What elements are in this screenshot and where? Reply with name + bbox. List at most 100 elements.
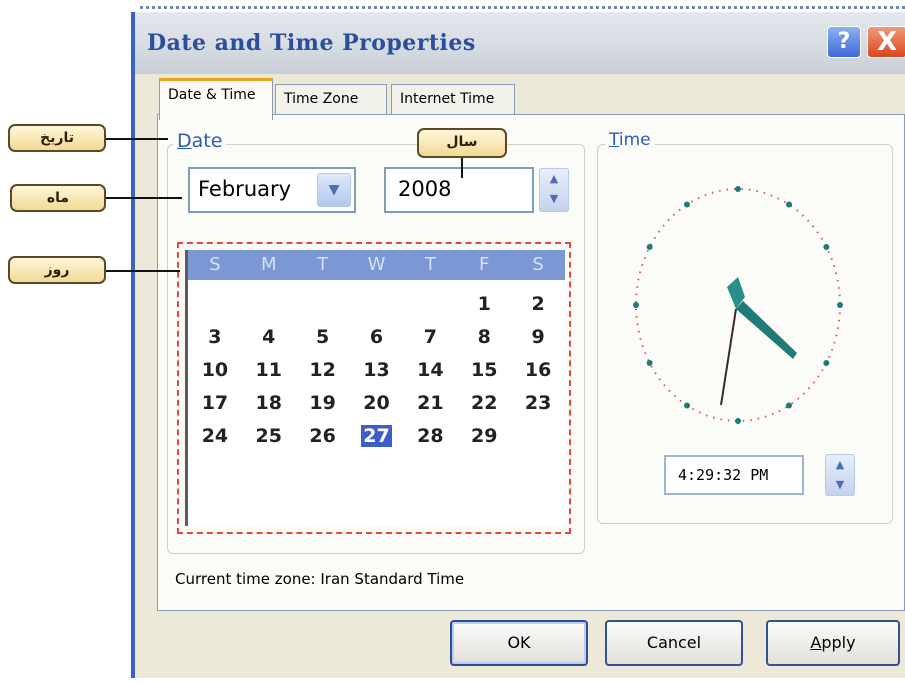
apply-button[interactable]: Apply [766,620,900,666]
date-group-label: Date [173,130,227,152]
time-label-rest: ime [618,130,651,150]
clock-hour-mark [684,402,690,409]
calendar-day[interactable]: 22 [457,387,511,420]
analog-clock [633,186,843,424]
weekday-label: S [209,254,221,275]
page-border-dots [140,6,905,9]
calendar-empty-cell [242,288,296,321]
calendar-day[interactable]: 26 [296,420,350,453]
weekday-label: M [261,254,277,275]
clock-hour-mark [633,302,639,308]
help-button[interactable]: ? [827,26,861,58]
calendar-day[interactable]: 9 [511,321,565,354]
calendar: SMTWTFS 1 2 3 4 5 6 7 8 9 10 11 12 13 14 15 16 17 18 19 20 2… [185,250,565,526]
callout-month-leader [106,197,182,199]
calendar-empty-cell [188,288,242,321]
calendar-day[interactable]: 28 [403,420,457,453]
apply-label-rest: pply [821,633,856,652]
calendar-day[interactable]: 12 [296,354,350,387]
clock-minute-hand [736,301,797,359]
calendar-day[interactable]: 14 [403,354,457,387]
calendar-day[interactable]: 10 [188,354,242,387]
callout-date: تاریخ [8,124,106,152]
calendar-day[interactable]: 4 [242,321,296,354]
calendar-day[interactable]: 21 [403,387,457,420]
calendar-day[interactable]: 18 [242,387,296,420]
weekday-label: T [317,254,329,275]
selected-day-label: 27 [361,425,392,447]
weekday-label: T [424,254,436,275]
month-value: February [198,177,292,201]
calendar-day[interactable]: 8 [457,321,511,354]
month-dropdown[interactable]: February ▼ [188,167,356,213]
callout-year-leader [461,158,463,178]
chevron-down-icon[interactable]: ▼ [317,173,351,207]
calendar-day[interactable]: 3 [188,321,242,354]
time-spinner[interactable]: ▲ ▼ [825,454,855,496]
date-label-rest: ate [191,130,223,152]
calendar-empty-cell [511,420,565,453]
calendar-day[interactable]: 6 [350,321,404,354]
clock-hour-mark [735,418,741,424]
year-input[interactable]: 2008 [384,167,534,213]
year-spinner[interactable]: ▲ ▼ [539,168,569,212]
tab-time-zone[interactable]: Time Zone [275,84,387,115]
calendar-day[interactable]: 15 [457,354,511,387]
tab-date-time[interactable]: Date & Time [159,78,273,120]
weekday-label: F [479,254,490,275]
calendar-empty-cell [403,288,457,321]
apply-accesskey: A [810,633,822,652]
calendar-day[interactable]: 13 [350,354,404,387]
calendar-day[interactable]: 5 [296,321,350,354]
calendar-day[interactable]: 11 [242,354,296,387]
calendar-day[interactable]: 23 [511,387,565,420]
tab-label: Internet Time [400,91,495,107]
title-bar[interactable]: Date and Time Properties ? X [135,12,905,74]
calendar-weekday-header: SMTWTFS [188,250,565,280]
date-time-properties-window: Date and Time Properties ? X Date & Time… [131,12,905,678]
spin-down-icon[interactable]: ▼ [826,475,854,495]
calendar-day[interactable]: 17 [188,387,242,420]
callout-date-leader [106,138,168,140]
calendar-day[interactable]: 25 [242,420,296,453]
clock-hour-mark [735,186,741,192]
window-title: Date and Time Properties [147,30,476,56]
calendar-day[interactable]: 20 [350,387,404,420]
spin-down-icon[interactable]: ▼ [540,189,568,209]
clock-hour-mark [837,302,843,308]
spin-up-icon[interactable]: ▲ [826,455,854,475]
clock-hour-mark [786,201,792,208]
calendar-empty-cell [350,288,404,321]
calendar-day[interactable]: 19 [296,387,350,420]
clock-hour-mark [823,244,830,250]
tab-label: Time Zone [284,91,359,107]
time-label-accesskey: T [609,130,619,150]
date-label-accesskey: D [177,130,192,152]
spin-up-icon[interactable]: ▲ [540,169,568,189]
close-button[interactable]: X [867,26,905,58]
calendar-day[interactable]: 1 [457,288,511,321]
callout-month: ماه [10,184,106,212]
calendar-day[interactable]: 7 [403,321,457,354]
clock-hour-mark [684,201,690,208]
clock-hour-mark [786,402,792,409]
calendar-day[interactable]: 2 [511,288,565,321]
clock-hour-mark [823,360,830,366]
calendar-day[interactable]: 29 [457,420,511,453]
weekday-label: S [532,254,544,275]
calendar-day-selected[interactable]: 27 [350,420,404,453]
calendar-day[interactable]: 24 [188,420,242,453]
cancel-button[interactable]: Cancel [605,620,743,666]
time-input[interactable]: 4:29:32 PM [664,455,804,495]
ok-button[interactable]: OK [450,620,588,666]
tab-label: Date & Time [168,87,256,103]
clock-hour-mark [646,244,653,250]
calendar-days: 1 2 3 4 5 6 7 8 9 10 11 12 13 14 15 16 17 18 19 20 21 22 23 24 2… [188,288,565,453]
calendar-day[interactable]: 16 [511,354,565,387]
clock-second-hand [720,308,737,406]
tab-internet-time[interactable]: Internet Time [391,84,515,115]
time-group-label: Time [605,130,655,150]
callout-day-leader [106,270,180,272]
clock-hour-mark [646,360,653,366]
current-time-zone: Current time zone: Iran Standard Time [175,570,465,588]
